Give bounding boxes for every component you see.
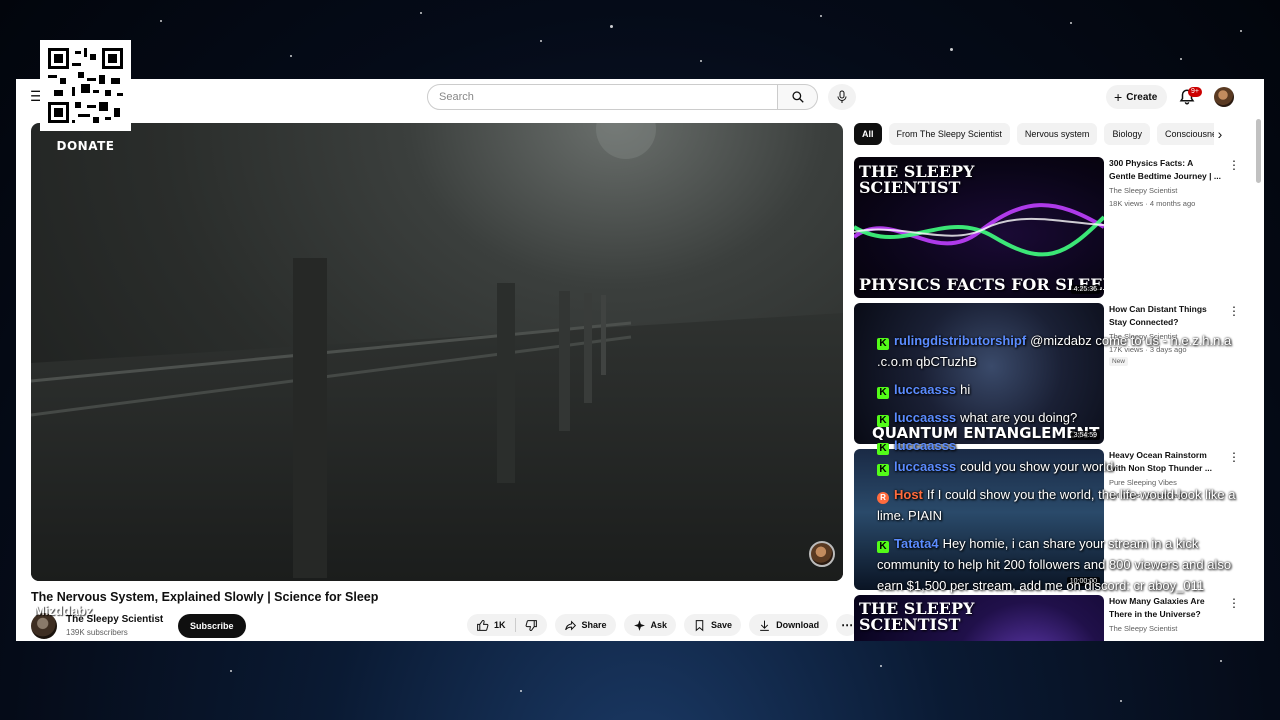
chat-message: K Tatata4 Hey homie, i can share your stre… xyxy=(877,533,1237,596)
sparkle-icon xyxy=(633,619,645,631)
chip-biology[interactable]: Biology xyxy=(1104,123,1150,145)
chat-message: R Host If I could show you the world, the … xyxy=(877,484,1237,526)
chat-username: luccaasss xyxy=(894,410,957,425)
plus-icon: + xyxy=(1114,89,1123,105)
chat-text: could you show your world xyxy=(960,459,1114,474)
thumbnail-channel-text: THE SLEEPY SCIENTIST xyxy=(859,599,975,634)
thumbs-down-icon xyxy=(525,619,537,631)
kick-badge-icon: K xyxy=(877,338,889,350)
video-player[interactable] xyxy=(31,123,843,581)
thumbs-up-icon xyxy=(477,619,489,631)
create-label: Create xyxy=(1126,91,1158,103)
video-title: The Nervous System, Explained Slowly | S… xyxy=(31,590,379,604)
notification-count-badge: 9+ xyxy=(1188,87,1202,97)
chat-message: Kluccaasss could you show your world xyxy=(877,456,1237,477)
chip-consciousness[interactable]: Consciousness xyxy=(1156,123,1214,145)
host-badge-icon: R xyxy=(877,492,889,504)
kick-badge-icon: K xyxy=(877,415,889,427)
voice-search-button[interactable] xyxy=(828,84,856,110)
chat-username: luccaasss xyxy=(894,382,957,397)
chat-username: luccaasss xyxy=(894,459,957,474)
recommendation-channel[interactable]: The Sleepy Scientist xyxy=(1109,624,1177,633)
recommendation-channel[interactable]: The Sleepy Scientist xyxy=(1109,186,1177,195)
ask-button[interactable]: Ask xyxy=(623,614,677,636)
chip-all[interactable]: All xyxy=(854,123,882,145)
more-vertical-icon[interactable]: ⋮ xyxy=(1228,159,1240,171)
chat-text: hi xyxy=(960,382,971,397)
chat-message: Kluccaasss hi xyxy=(877,379,1237,400)
user-avatar[interactable] xyxy=(1214,87,1234,107)
chat-text: what are you doing? xyxy=(960,410,1078,425)
search-button[interactable] xyxy=(778,84,818,110)
microphone-icon xyxy=(837,90,847,103)
chevron-right-icon[interactable]: › xyxy=(1212,126,1228,142)
chat-message: Kluccaasss xyxy=(877,435,1237,456)
filter-chips: All From The Sleepy Scientist Nervous sy… xyxy=(854,123,1214,145)
bookmark-icon xyxy=(695,619,704,631)
kick-badge-icon: K xyxy=(877,541,889,553)
like-dislike-group: 1K xyxy=(467,614,547,636)
channel-watermark-avatar xyxy=(809,541,835,567)
chat-username: Host xyxy=(894,487,923,502)
kick-badge-icon: K xyxy=(877,387,889,399)
chip-nervous-system[interactable]: Nervous system xyxy=(1016,123,1098,145)
chat-username: luccaasss xyxy=(894,438,957,453)
save-button[interactable]: Save xyxy=(684,614,742,636)
video-frame-foggy-fence xyxy=(31,123,843,581)
recommendation-item[interactable]: THE SLEEPY SCIENTIST PHYSICS FACTS FOR S… xyxy=(854,157,1250,298)
chat-message: Krulingdistributorshipf @mizdabz come to … xyxy=(877,330,1237,372)
kick-badge-icon: K xyxy=(877,443,889,455)
top-bar: ☰ Search + Create 9+ xyxy=(16,79,1264,115)
like-button[interactable]: 1K xyxy=(467,614,515,636)
chat-username: Tatata4 xyxy=(894,536,939,551)
share-button[interactable]: Share xyxy=(554,614,616,636)
download-button[interactable]: Download xyxy=(749,614,829,636)
donate-label: DONATE xyxy=(56,139,115,153)
share-icon xyxy=(564,620,576,630)
thumbnail-channel-text: THE SLEEPY SCIENTIST xyxy=(859,162,975,197)
recommendation-meta: 18K views · 4 months ago xyxy=(1109,199,1196,208)
subscribe-button[interactable]: Subscribe xyxy=(178,614,246,638)
chat-username: rulingdistributorshipf xyxy=(894,333,1027,348)
search-icon xyxy=(791,91,804,103)
qr-code xyxy=(40,40,131,131)
sidebar-scrollbar[interactable] xyxy=(1256,119,1261,183)
donate-widget[interactable]: DONATE xyxy=(40,40,131,153)
thumbnail-title-text: PHYSICS FACTS FOR SLEEP xyxy=(859,275,1104,294)
kick-badge-icon: K xyxy=(877,464,889,476)
ask-label: Ask xyxy=(650,620,668,630)
video-thumbnail[interactable]: THE SLEEPY SCIENTIST PHYSICS FACTS FOR S… xyxy=(854,157,1104,298)
download-icon xyxy=(760,620,769,631)
dislike-button[interactable] xyxy=(516,614,547,636)
chat-text: If I could show you the world, the life … xyxy=(877,487,1236,523)
like-count: 1K xyxy=(494,620,506,630)
stream-chat-overlay: Krulingdistributorshipf @mizdabz come to … xyxy=(877,330,1237,603)
recommendation-title[interactable]: How Can Distant Things Stay Connected? xyxy=(1109,303,1221,329)
chat-message: Kluccaasss what are you doing? xyxy=(877,407,1237,428)
video-actions: 1K Share Ask Save Download ⋯ xyxy=(467,614,859,636)
search-input[interactable]: Search xyxy=(427,84,778,110)
video-duration: 4:25:36 xyxy=(1070,285,1100,294)
streamer-watermark: Mizddabz xyxy=(34,603,93,618)
more-vertical-icon[interactable]: ⋮ xyxy=(1228,305,1240,317)
more-horizontal-icon: ⋯ xyxy=(841,618,854,632)
download-label: Download xyxy=(776,620,820,630)
subscriber-count: 139K subscribers xyxy=(66,628,128,637)
chip-from-channel[interactable]: From The Sleepy Scientist xyxy=(888,123,1010,145)
share-label: Share xyxy=(581,620,607,630)
save-label: Save xyxy=(711,620,733,630)
recommendation-title[interactable]: 300 Physics Facts: A Gentle Bedtime Jour… xyxy=(1109,157,1221,183)
create-button[interactable]: + Create xyxy=(1106,85,1168,109)
